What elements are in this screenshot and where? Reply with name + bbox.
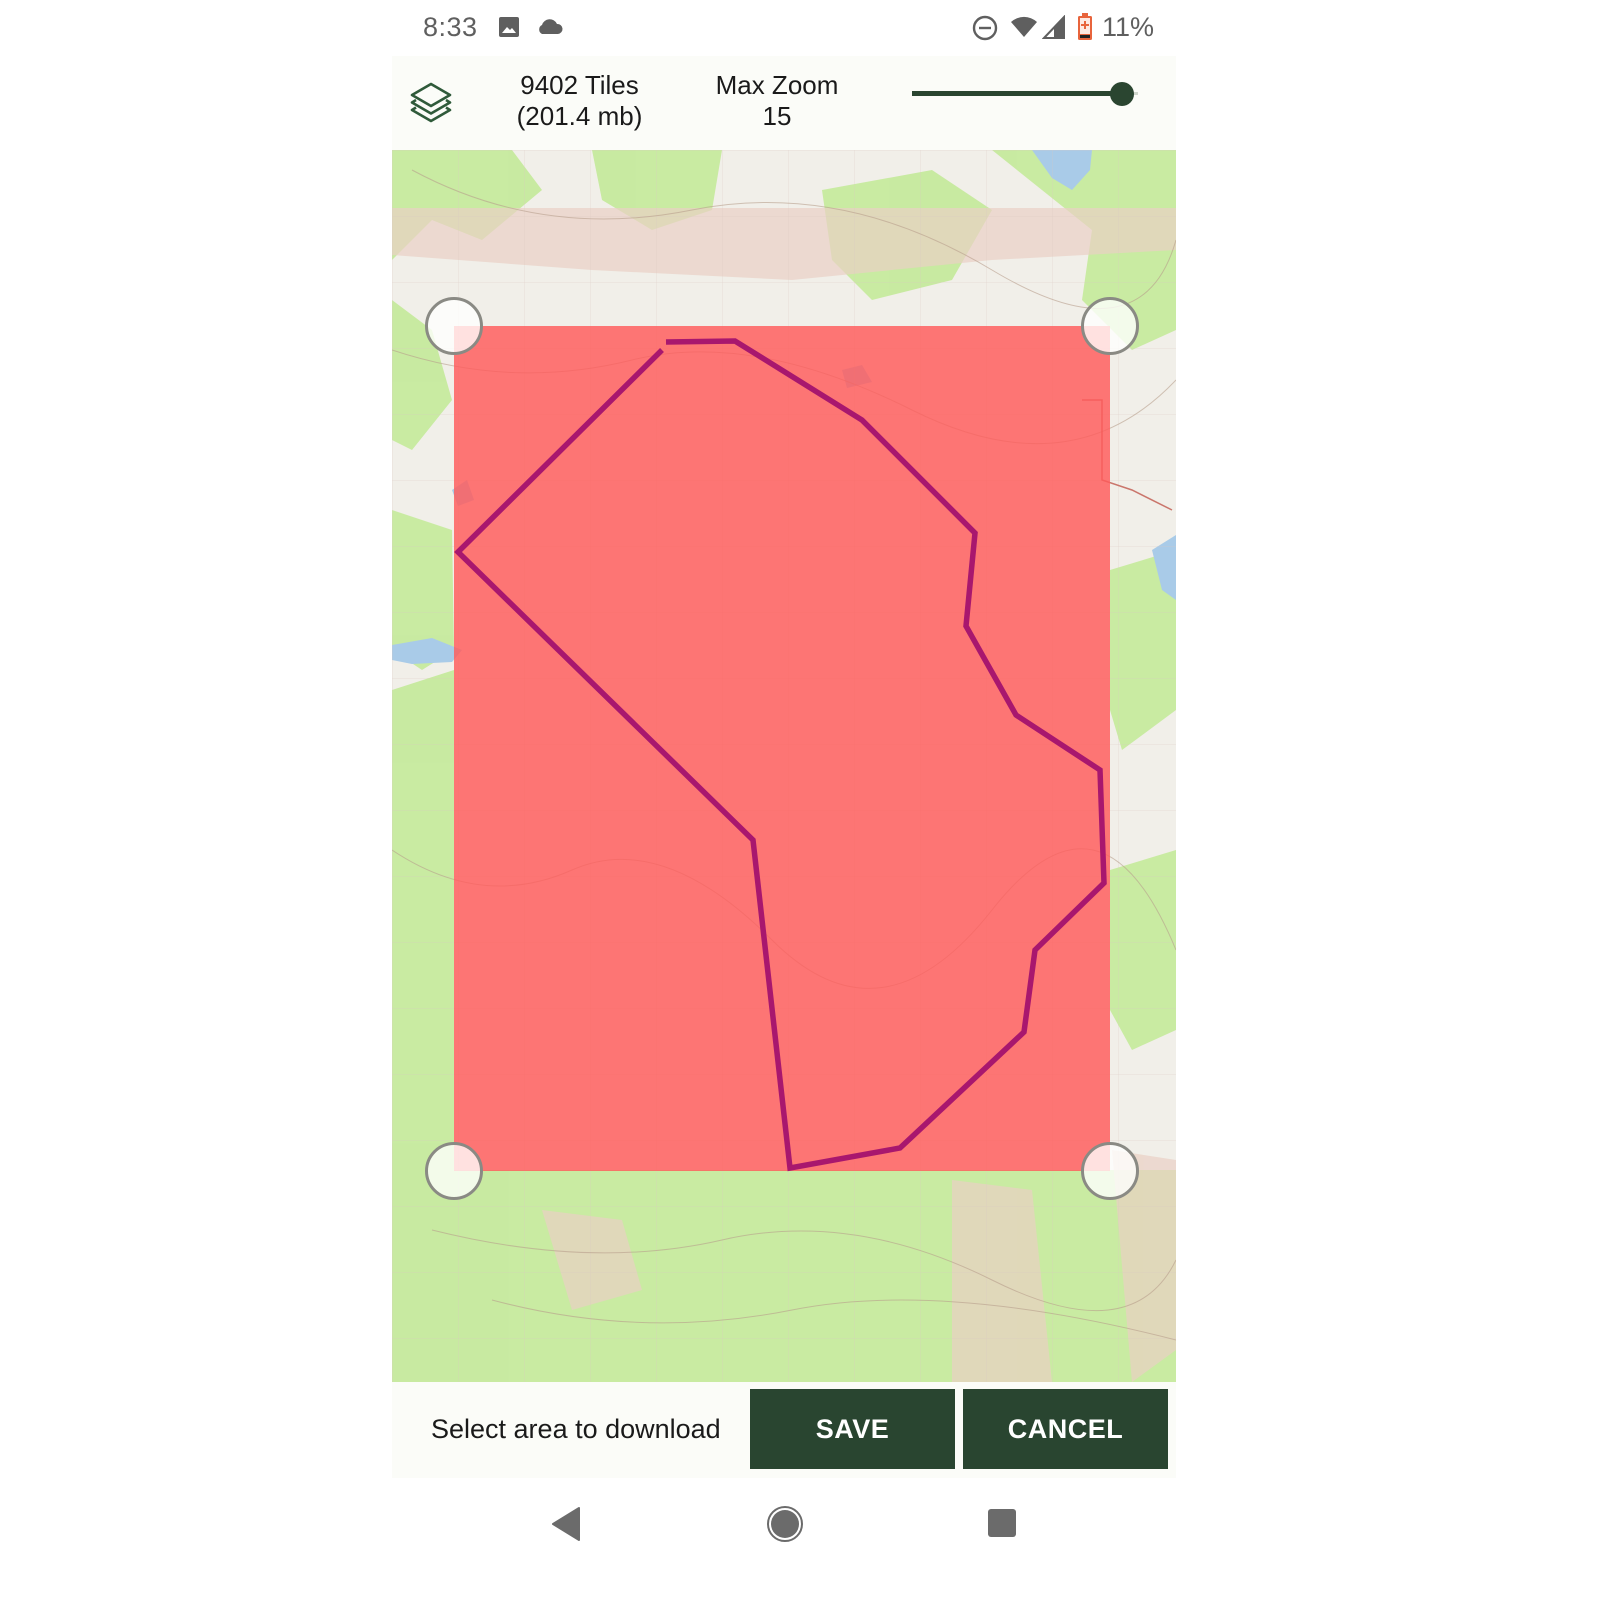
select-area-hint: Select area to download	[431, 1414, 721, 1444]
image-icon	[498, 16, 520, 43]
tile-count: 9402 Tiles	[520, 70, 639, 100]
cloud-icon	[536, 17, 564, 40]
download-size: (201.4 mb)	[516, 101, 643, 131]
battery-percent: 11%	[1102, 12, 1155, 42]
download-header: 9402 Tiles (201.4 mb) Max Zoom 15	[392, 56, 1176, 150]
wifi-icon	[1010, 15, 1038, 44]
resize-handle-top-right[interactable]	[1081, 297, 1139, 355]
map-view[interactable]	[392, 150, 1176, 1382]
battery-low-icon	[1077, 13, 1093, 46]
max-zoom-label: Max Zoom	[715, 70, 839, 100]
resize-handle-bottom-left[interactable]	[425, 1142, 483, 1200]
cancel-button[interactable]: CANCEL	[963, 1389, 1168, 1469]
recents-button[interactable]	[986, 1507, 1018, 1544]
phone-screen: 8:33 11% 9402 Tiles (201.4 mb) Max Zoom …	[392, 0, 1176, 1600]
resize-handle-bottom-right[interactable]	[1081, 1142, 1139, 1200]
slider-fill	[912, 91, 1122, 96]
layers-button[interactable]	[406, 78, 456, 128]
topo-map-background	[392, 150, 1176, 1382]
max-zoom-info: Max Zoom 15	[692, 70, 862, 132]
max-zoom-slider[interactable]	[912, 82, 1142, 106]
back-icon	[552, 1507, 580, 1541]
bottom-action-bar: Select area to download SAVE CANCEL	[392, 1382, 1176, 1478]
save-button[interactable]: SAVE	[750, 1389, 955, 1469]
slider-thumb[interactable]	[1110, 82, 1134, 106]
home-icon	[767, 1506, 803, 1542]
status-time: 8:33	[423, 12, 478, 42]
layers-icon	[410, 82, 452, 123]
status-bar: 8:33 11%	[392, 0, 1176, 56]
resize-handle-top-left[interactable]	[425, 297, 483, 355]
cell-signal-icon	[1041, 14, 1066, 44]
system-nav-bar	[392, 1478, 1176, 1600]
max-zoom-value: 15	[762, 101, 792, 131]
recents-icon	[988, 1509, 1016, 1537]
tile-count-info: 9402 Tiles (201.4 mb)	[492, 70, 667, 132]
back-button[interactable]	[550, 1506, 582, 1547]
do-not-disturb-icon	[972, 15, 998, 46]
home-button[interactable]	[766, 1505, 804, 1548]
